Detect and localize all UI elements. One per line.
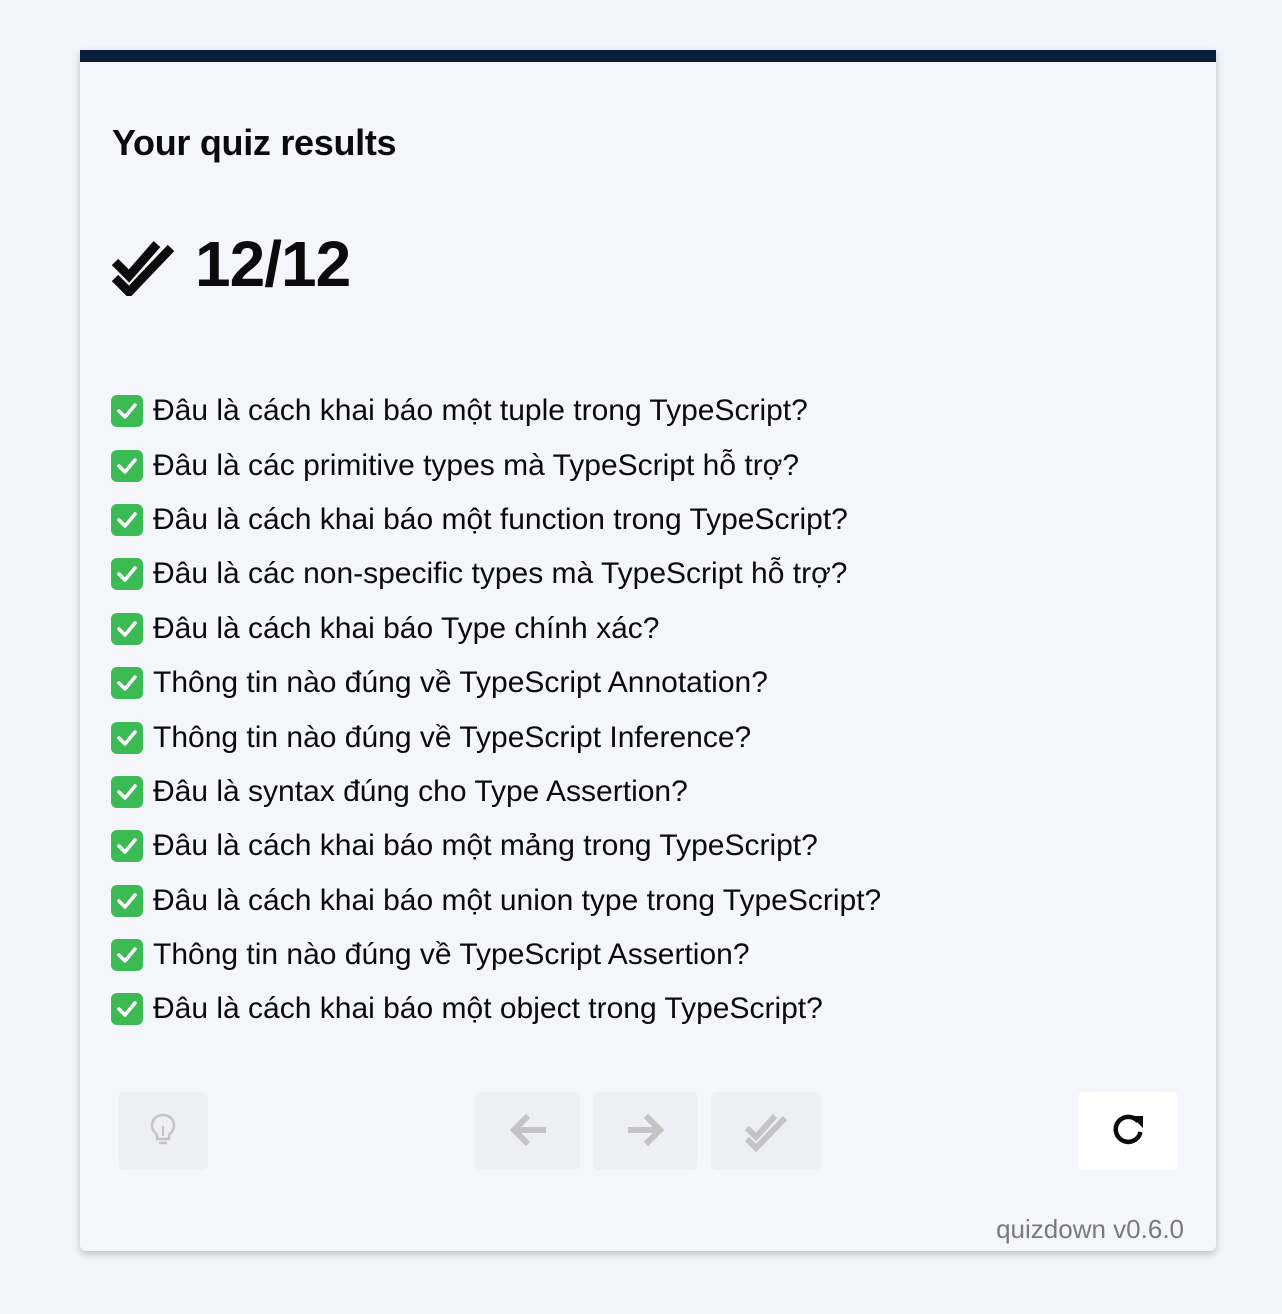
question-result-item: Thông tin nào đúng về TypeScript Asserti… bbox=[111, 928, 881, 982]
hint-button[interactable] bbox=[118, 1092, 208, 1170]
check-mark-icon bbox=[111, 503, 143, 536]
check-mark-icon bbox=[111, 830, 143, 863]
check-mark-icon bbox=[111, 993, 143, 1026]
check-mark-icon bbox=[111, 775, 143, 808]
score-value: 12/12 bbox=[195, 228, 351, 300]
question-result-item: Đâu là các primitive types mà TypeScript… bbox=[111, 438, 881, 492]
score-display: 12/12 bbox=[111, 222, 351, 306]
previous-button[interactable] bbox=[475, 1092, 580, 1170]
question-result-label: Đâu là cách khai báo một union type tron… bbox=[153, 883, 882, 917]
check-mark-icon bbox=[111, 395, 143, 428]
question-result-label: Thông tin nào đúng về TypeScript Asserti… bbox=[153, 938, 750, 972]
next-button[interactable] bbox=[593, 1092, 698, 1170]
question-result-label: Đâu là các non-specific types mà TypeScr… bbox=[153, 557, 848, 591]
question-result-item: Đâu là các non-specific types mà TypeScr… bbox=[111, 547, 881, 601]
quiz-card: Your quiz results 12/12 Đâu là cách khai… bbox=[80, 50, 1216, 1251]
question-result-label: Đâu là syntax đúng cho Type Assertion? bbox=[153, 774, 688, 808]
question-result-item: Đâu là cách khai báo một mảng trong Type… bbox=[111, 819, 881, 873]
question-result-item: Đâu là cách khai báo một tuple trong Typ… bbox=[111, 384, 881, 438]
arrow-left-icon bbox=[506, 1110, 550, 1153]
double-check-icon bbox=[111, 232, 175, 296]
check-mark-icon bbox=[111, 721, 143, 754]
check-mark-icon bbox=[111, 449, 143, 482]
question-results-list: Đâu là cách khai báo một tuple trong Typ… bbox=[111, 384, 881, 1037]
restart-button[interactable] bbox=[1078, 1092, 1178, 1170]
question-result-item: Đâu là cách khai báo một function trong … bbox=[111, 493, 881, 547]
question-result-item: Đâu là cách khai báo một object trong Ty… bbox=[111, 982, 881, 1036]
question-result-label: Đâu là các primitive types mà TypeScript… bbox=[153, 448, 800, 482]
question-result-label: Thông tin nào đúng về TypeScript Inferen… bbox=[153, 720, 752, 754]
question-result-label: Đâu là cách khai báo một mảng trong Type… bbox=[153, 829, 818, 863]
results-title: Your quiz results bbox=[112, 122, 397, 163]
check-mark-icon bbox=[111, 939, 143, 972]
version-label: quizdown v0.6.0 bbox=[996, 1214, 1184, 1244]
question-result-label: Đâu là cách khai báo một function trong … bbox=[153, 502, 848, 536]
check-mark-icon bbox=[111, 612, 143, 645]
question-result-item: Đâu là cách khai báo Type chính xác? bbox=[111, 602, 881, 656]
check-mark-icon bbox=[111, 884, 143, 917]
arrow-right-icon bbox=[624, 1110, 668, 1153]
question-result-label: Thông tin nào đúng về TypeScript Annotat… bbox=[153, 666, 768, 700]
question-result-item: Thông tin nào đúng về TypeScript Annotat… bbox=[111, 656, 881, 710]
question-result-item: Đâu là cách khai báo một union type tron… bbox=[111, 874, 881, 928]
check-mark-icon bbox=[111, 667, 143, 700]
question-result-label: Đâu là cách khai báo một object trong Ty… bbox=[153, 992, 823, 1026]
question-result-item: Đâu là syntax đúng cho Type Assertion? bbox=[111, 765, 881, 819]
question-result-item: Thông tin nào đúng về TypeScript Inferen… bbox=[111, 710, 881, 764]
refresh-icon bbox=[1110, 1112, 1146, 1151]
submit-button[interactable] bbox=[711, 1092, 821, 1170]
double-check-icon bbox=[744, 1108, 788, 1155]
check-mark-icon bbox=[111, 558, 143, 591]
question-result-label: Đâu là cách khai báo một tuple trong Typ… bbox=[153, 394, 808, 428]
lightbulb-icon bbox=[149, 1112, 177, 1151]
question-result-label: Đâu là cách khai báo Type chính xác? bbox=[153, 611, 660, 645]
